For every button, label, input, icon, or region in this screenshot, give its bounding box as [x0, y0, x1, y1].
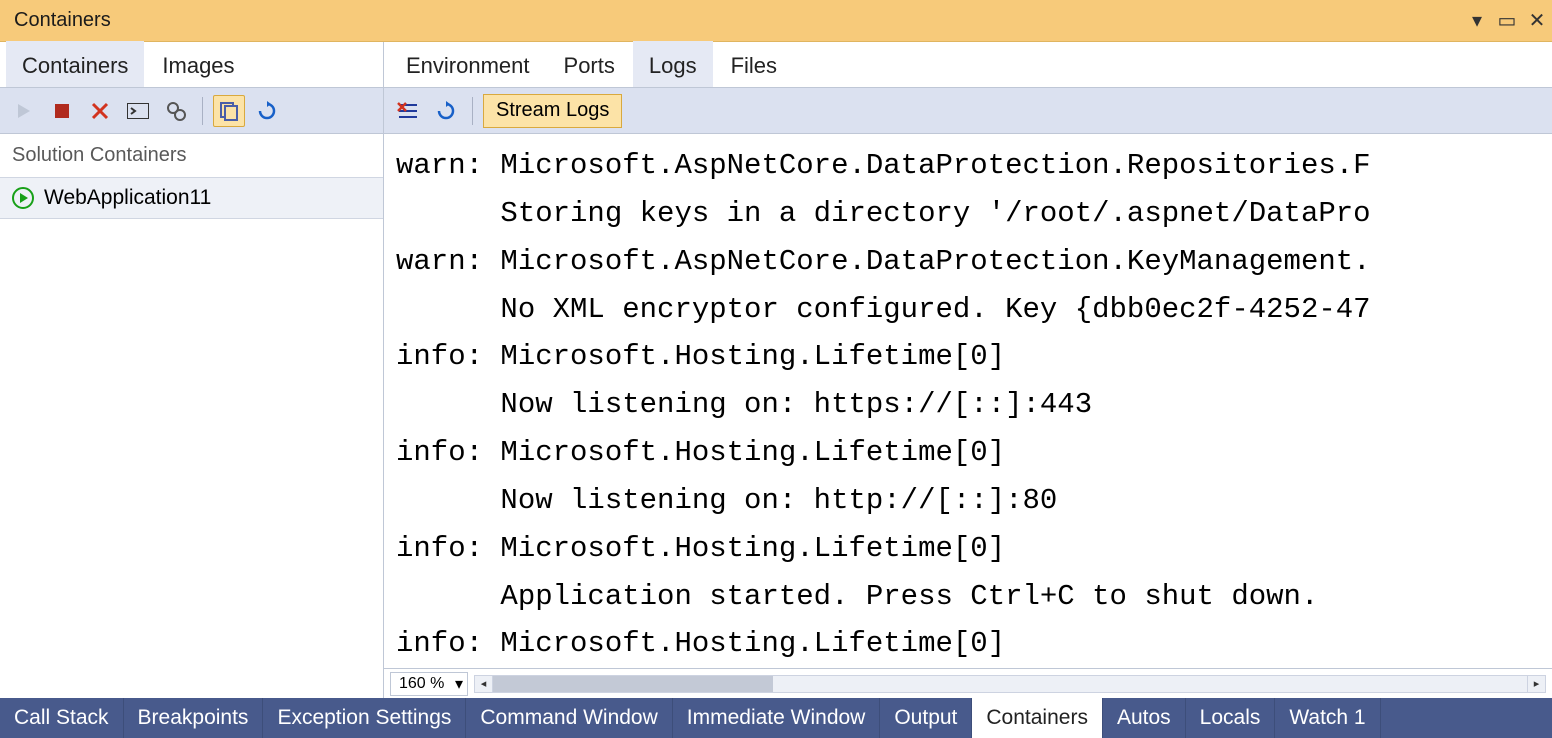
log-content: warn: Microsoft.AspNetCore.DataProtectio…	[384, 134, 1552, 668]
right-panel: Environment Ports Logs Files Stream Logs	[384, 42, 1552, 698]
tab-environment[interactable]: Environment	[390, 41, 546, 87]
scroll-left-icon[interactable]: ◂	[475, 676, 493, 692]
chevron-down-icon: ▾	[455, 674, 463, 694]
log-scroll[interactable]: warn: Microsoft.AspNetCore.DataProtectio…	[384, 134, 1552, 668]
settings-icon[interactable]	[160, 95, 192, 127]
bottom-tabs: Call Stack Breakpoints Exception Setting…	[0, 698, 1552, 738]
left-toolbar	[0, 88, 383, 134]
separator	[202, 97, 203, 125]
btab-locals[interactable]: Locals	[1186, 698, 1276, 738]
btab-command-window[interactable]: Command Window	[466, 698, 672, 738]
left-tabs: Containers Images	[0, 42, 383, 88]
scroll-right-icon[interactable]: ▸	[1527, 676, 1545, 692]
remove-icon[interactable]	[84, 95, 116, 127]
refresh-icon[interactable]	[251, 95, 283, 127]
tab-logs[interactable]: Logs	[633, 41, 713, 87]
section-header: Solution Containers	[0, 134, 383, 177]
stream-logs-button[interactable]: Stream Logs	[483, 94, 622, 128]
refresh-logs-icon[interactable]	[430, 95, 462, 127]
container-name: WebApplication11	[44, 186, 211, 210]
left-panel: Containers Images	[0, 42, 384, 698]
btab-watch-1[interactable]: Watch 1	[1275, 698, 1380, 738]
container-item[interactable]: WebApplication11	[0, 177, 383, 219]
copy-icon[interactable]	[213, 95, 245, 127]
zoom-value: 160 %	[399, 675, 444, 693]
right-tabs: Environment Ports Logs Files	[384, 42, 1552, 88]
zoom-bar: 160 % ▾ ◂ ▸	[384, 668, 1552, 698]
zoom-select[interactable]: 160 % ▾	[390, 672, 468, 696]
btab-immediate-window[interactable]: Immediate Window	[673, 698, 881, 738]
btab-breakpoints[interactable]: Breakpoints	[124, 698, 264, 738]
terminal-icon[interactable]	[122, 95, 154, 127]
dropdown-icon[interactable]: ▾	[1466, 8, 1488, 33]
running-icon	[12, 187, 34, 209]
separator	[472, 97, 473, 125]
clear-icon[interactable]	[392, 95, 424, 127]
close-icon[interactable]: ✕	[1526, 8, 1548, 33]
window-title: Containers	[14, 9, 111, 32]
tab-ports[interactable]: Ports	[548, 41, 631, 87]
tab-images[interactable]: Images	[146, 41, 250, 87]
tab-containers[interactable]: Containers	[6, 41, 144, 87]
tab-files[interactable]: Files	[715, 41, 793, 87]
play-icon[interactable]	[8, 95, 40, 127]
horizontal-scrollbar[interactable]: ◂ ▸	[474, 675, 1546, 693]
scroll-thumb[interactable]	[493, 676, 773, 692]
log-area: warn: Microsoft.AspNetCore.DataProtectio…	[384, 134, 1552, 668]
titlebar: Containers ▾ ▭ ✕	[0, 0, 1552, 42]
maximize-icon[interactable]: ▭	[1496, 8, 1518, 33]
stop-icon[interactable]	[46, 95, 78, 127]
btab-containers[interactable]: Containers	[972, 698, 1103, 738]
btab-output[interactable]: Output	[880, 698, 972, 738]
btab-exception-settings[interactable]: Exception Settings	[263, 698, 466, 738]
btab-autos[interactable]: Autos	[1103, 698, 1186, 738]
right-toolbar: Stream Logs	[384, 88, 1552, 134]
btab-call-stack[interactable]: Call Stack	[0, 698, 124, 738]
